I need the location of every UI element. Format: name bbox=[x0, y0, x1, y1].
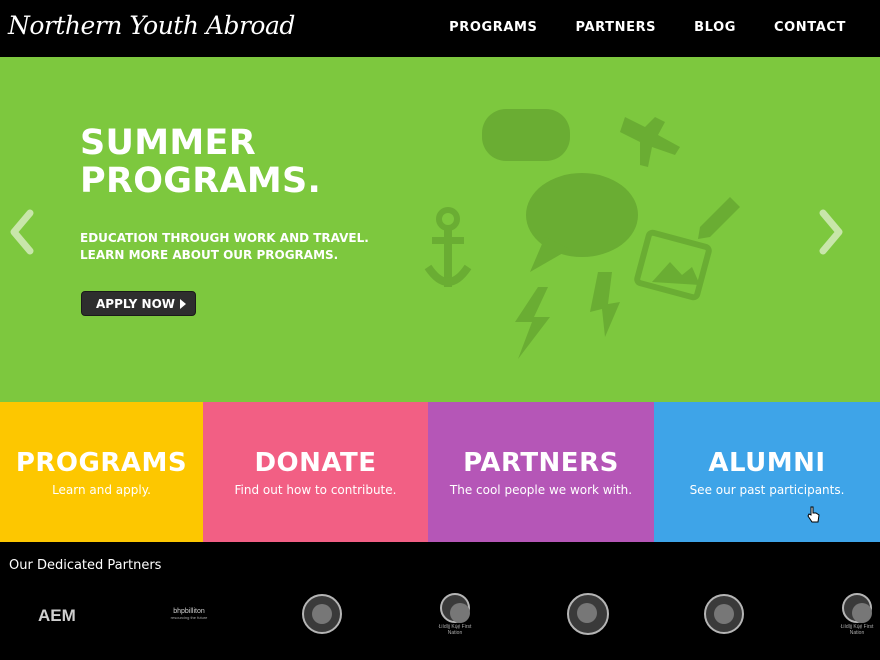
gamepad-icon bbox=[482, 109, 570, 161]
hero-title-line: SUMMER bbox=[80, 123, 256, 163]
seal-icon bbox=[842, 592, 872, 623]
tile-programs[interactable]: PROGRAMS Learn and apply. bbox=[0, 402, 203, 542]
hero-subtitle-line: LEARN MORE ABOUT OUR PROGRAMS. bbox=[80, 248, 339, 262]
partner-logo-aem[interactable]: AEM bbox=[38, 594, 76, 638]
site-logo[interactable]: Northern Youth Abroad bbox=[8, 11, 295, 40]
tile-title: PROGRAMS bbox=[15, 448, 188, 478]
bhp-logo-text: bhpbilliton bbox=[173, 608, 205, 615]
picture-icon bbox=[634, 229, 712, 301]
partner-logo-seal[interactable] bbox=[567, 592, 609, 636]
top-navigation: Northern Youth Abroad PROGRAMS PARTNERS … bbox=[0, 0, 880, 57]
seal-icon bbox=[302, 594, 342, 634]
tile-alumni[interactable]: ALUMNI See our past participants. bbox=[654, 402, 880, 542]
partner-logo-first-nation[interactable]: Łiídlįį Kų́ę́ First Nation bbox=[838, 592, 876, 636]
tile-subtitle: Find out how to contribute. bbox=[234, 483, 397, 497]
lightning-icon bbox=[515, 272, 620, 359]
tile-partners[interactable]: PARTNERS The cool people we work with. bbox=[428, 402, 654, 542]
hero-title-line: PROGRAMS. bbox=[80, 161, 322, 201]
hero-subtitle-line: EDUCATION THROUGH WORK AND TRAVEL. bbox=[80, 231, 369, 245]
tile-subtitle: See our past participants. bbox=[689, 483, 845, 497]
partner-logo-seal[interactable] bbox=[302, 592, 342, 636]
partner-logo-caption: Łiídlįį Kų́ę́ First Nation bbox=[840, 623, 874, 636]
hero-slider: SUMMER PROGRAMS. EDUCATION THROUGH WORK … bbox=[0, 57, 880, 402]
bhp-logo-tagline: resourcing the future bbox=[170, 615, 208, 620]
partner-logo-bhp[interactable]: bhpbilliton resourcing the future bbox=[168, 592, 210, 636]
speech-bubble-icon bbox=[526, 173, 638, 272]
tile-title: PARTNERS bbox=[463, 448, 619, 478]
seal-icon bbox=[440, 592, 470, 623]
anchor-icon bbox=[424, 207, 472, 287]
pencil-icon bbox=[698, 197, 740, 239]
partner-logo-seal[interactable] bbox=[704, 592, 744, 636]
tile-subtitle: Learn and apply. bbox=[52, 483, 151, 497]
main-menu: PROGRAMS PARTNERS BLOG CONTACT bbox=[449, 20, 846, 35]
airplane-icon bbox=[620, 117, 680, 167]
slider-next-arrow-icon[interactable] bbox=[815, 207, 847, 257]
tile-title: ALUMNI bbox=[708, 448, 826, 478]
feature-tiles: PROGRAMS Learn and apply. DONATE Find ou… bbox=[0, 402, 880, 542]
slider-prev-arrow-icon[interactable] bbox=[6, 207, 38, 257]
partner-logo-caption: Łiídlįį Kų́ę́ First Nation bbox=[438, 623, 472, 636]
seal-icon bbox=[567, 593, 609, 635]
hero-subtitle: EDUCATION THROUGH WORK AND TRAVEL. LEARN… bbox=[80, 230, 369, 264]
apply-now-label: APPLY NOW bbox=[96, 296, 176, 311]
nav-item-partners[interactable]: PARTNERS bbox=[576, 20, 657, 35]
partner-logo-first-nation[interactable]: Łiídlįį Kų́ę́ First Nation bbox=[436, 592, 474, 636]
apply-now-button[interactable]: APPLY NOW bbox=[81, 291, 196, 316]
hand-cursor-icon bbox=[807, 506, 820, 523]
seal-icon bbox=[704, 594, 744, 634]
hero-decorative-icons bbox=[424, 109, 740, 359]
partners-section: Our Dedicated Partners AEM bhpbilliton r… bbox=[0, 542, 880, 660]
tile-donate[interactable]: DONATE Find out how to contribute. bbox=[203, 402, 428, 542]
nav-item-blog[interactable]: BLOG bbox=[694, 20, 736, 35]
nav-item-programs[interactable]: PROGRAMS bbox=[449, 20, 537, 35]
nav-item-contact[interactable]: CONTACT bbox=[774, 20, 846, 35]
tile-title: DONATE bbox=[254, 448, 377, 478]
play-arrow-icon bbox=[180, 299, 186, 309]
hero-title: SUMMER PROGRAMS. bbox=[80, 124, 321, 200]
partners-heading: Our Dedicated Partners bbox=[9, 558, 162, 573]
tile-subtitle: The cool people we work with. bbox=[449, 483, 633, 497]
